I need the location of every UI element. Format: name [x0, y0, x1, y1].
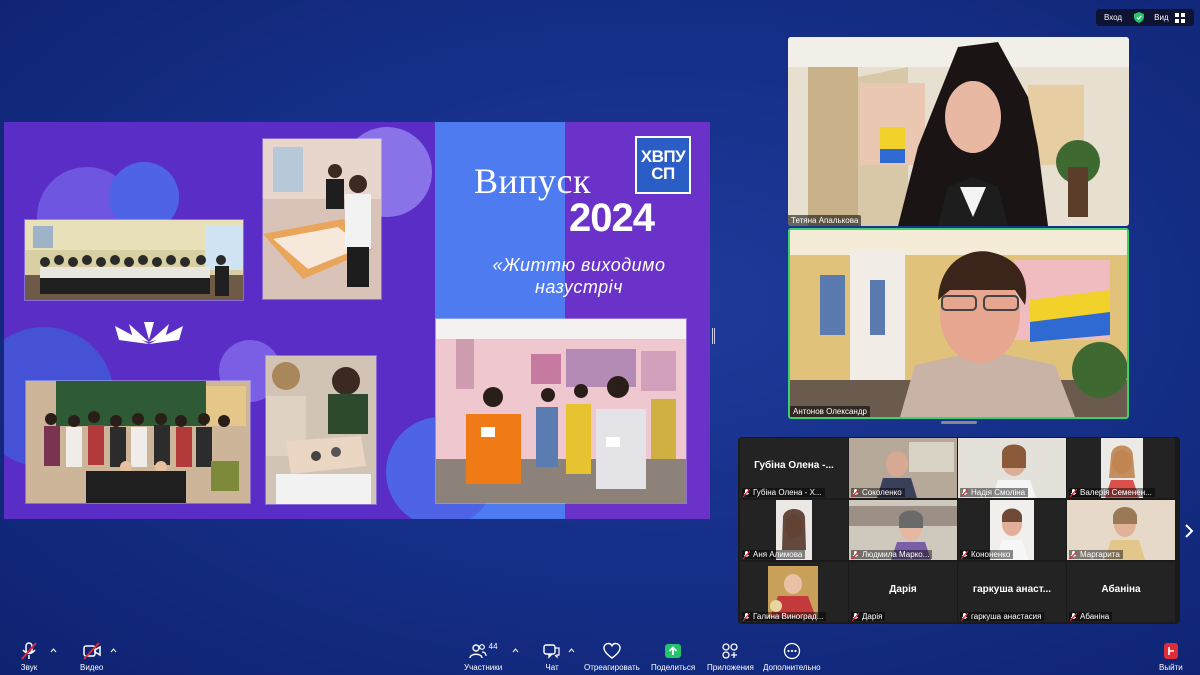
participant-tile[interactable]: Валерія Семенен... [1067, 438, 1175, 498]
participant-name: Губіна Олена - Х... [753, 488, 822, 497]
participants-count: 44 [488, 642, 498, 651]
leave-button[interactable]: Выйти [1159, 642, 1183, 672]
college-logo: ХВПУ СП [635, 136, 691, 194]
mic-muted-icon [961, 550, 968, 559]
participant-name: Соколенко [862, 488, 902, 497]
participant-display-name: Губіна Олена -... [754, 460, 834, 471]
react-button[interactable]: Отреагировать [584, 642, 640, 672]
shared-screen-slide: Випуск 2024 ХВПУ СП «Життю виходимо назу… [4, 122, 710, 519]
participant-name: Аня Алимова [753, 550, 803, 559]
participants-button[interactable]: 44 Участники [464, 642, 502, 672]
participant-name: гаркуша анастасия [971, 612, 1042, 621]
mic-muted-icon [1070, 612, 1077, 621]
speaker-name-label: Тетяна Апалькова [788, 215, 862, 226]
participant-name: Валерія Семенен... [1080, 488, 1152, 497]
more-options-icon [783, 642, 800, 660]
book-emblem-icon [115, 322, 183, 344]
participant-name: Кононенко [971, 550, 1011, 559]
participants-label: Участники [464, 663, 503, 672]
participant-tile[interactable]: Аня Алимова [740, 500, 848, 560]
grid-view-icon[interactable] [1174, 12, 1185, 23]
speaker-video-feed [788, 37, 1129, 226]
participant-tile[interactable]: Галина Виноград... [740, 562, 848, 622]
share-screen-icon [665, 644, 682, 658]
participant-name: Надія Смоліна [971, 488, 1026, 497]
more-button[interactable]: Дополнительно [763, 642, 821, 672]
chat-label: Чат [545, 663, 559, 672]
sign-in-label[interactable]: Вход [1096, 13, 1122, 22]
speaker-name-label: Антонов Олександр [790, 406, 870, 417]
mic-muted-icon [1070, 488, 1077, 497]
mic-muted-icon [743, 488, 750, 497]
speaker-video-feed [790, 230, 1127, 417]
camera-off-icon [82, 642, 101, 660]
participant-tile[interactable]: Дарія Дарія [849, 562, 957, 622]
mic-muted-icon [961, 488, 968, 497]
participant-tile[interactable]: Губіна Олена -... Губіна Олена - Х... [740, 438, 848, 498]
slide-slogan: «Життю виходимо назустріч [492, 255, 666, 297]
participant-name: Галина Виноград... [753, 612, 824, 621]
audio-button[interactable]: Звук [20, 642, 38, 672]
speaker-video-tile[interactable]: Тетяна Апалькова [788, 37, 1129, 226]
crafting-photo [265, 355, 377, 505]
chat-options-chevron-icon[interactable] [568, 648, 575, 653]
participant-tile[interactable]: гаркуша анаст... гаркуша анастасия [958, 562, 1066, 622]
participant-tile[interactable]: Надія Смоліна [958, 438, 1066, 498]
share-screen-button[interactable]: Поделиться [651, 642, 695, 672]
gallery-next-page-icon[interactable] [1184, 524, 1194, 538]
participant-display-name: Дарія [889, 584, 917, 595]
participant-gallery: Губіна Олена -... Губіна Олена - Х... Со… [738, 437, 1180, 624]
participant-tile[interactable]: Кононенко [958, 500, 1066, 560]
more-label: Дополнительно [763, 663, 821, 672]
participant-name: Дарія [862, 612, 883, 621]
react-label: Отреагировать [584, 663, 640, 672]
video-button[interactable]: Видео [80, 642, 103, 672]
mic-muted-icon [961, 612, 968, 621]
participant-name: Людмила Марко... [862, 550, 930, 559]
classroom-blackboard-photo [25, 380, 251, 504]
microphone-muted-icon [21, 642, 37, 660]
mic-muted-icon [852, 550, 859, 559]
participant-name: Абаніна [1080, 612, 1110, 621]
active-speaker-video-tile[interactable]: Антонов Олександр [788, 228, 1129, 419]
mic-muted-icon [1070, 550, 1077, 559]
participant-tile[interactable]: Соколенко [849, 438, 957, 498]
apps-button[interactable]: Приложения [707, 642, 754, 672]
class-group-photo [24, 219, 244, 301]
participants-options-chevron-icon[interactable] [512, 648, 519, 653]
slide-year: 2024 [569, 196, 655, 240]
mic-muted-icon [743, 550, 750, 559]
participant-display-name: гаркуша анаст... [972, 584, 1052, 595]
share-label: Поделиться [651, 663, 696, 672]
chat-icon [543, 644, 560, 659]
video-label: Видео [80, 663, 104, 672]
view-label[interactable]: Вид [1154, 13, 1168, 22]
apps-icon [722, 643, 739, 659]
participant-tile[interactable]: Абаніна Абаніна [1067, 562, 1175, 622]
workshop-photo [262, 138, 382, 300]
mic-muted-icon [852, 612, 859, 621]
participant-name: Маргарита [1080, 550, 1120, 559]
panel-resize-bar[interactable] [941, 421, 977, 424]
panel-divider-handle[interactable] [712, 328, 715, 344]
apps-label: Приложения [707, 663, 754, 672]
participant-tile[interactable]: Людмила Марко... [849, 500, 957, 560]
audio-label: Звук [20, 663, 38, 672]
logo-line-1: ХВПУ [640, 147, 686, 166]
mic-muted-icon [852, 488, 859, 497]
mic-muted-icon [743, 612, 750, 621]
participants-icon [468, 644, 487, 659]
leave-label: Выйти [1159, 663, 1183, 672]
video-options-chevron-icon[interactable] [110, 648, 117, 653]
heart-icon [603, 642, 621, 659]
shield-icon [1134, 12, 1145, 23]
top-status-pill[interactable]: Вход Вид [1096, 9, 1194, 26]
logo-line-2: СП [651, 164, 675, 183]
audio-options-chevron-icon[interactable] [50, 648, 57, 653]
participant-tile[interactable]: Маргарита [1067, 500, 1175, 560]
leave-meeting-icon [1163, 643, 1178, 659]
participant-display-name: Абаніна [1101, 584, 1141, 595]
students-classroom-photo [435, 318, 687, 504]
chat-button[interactable]: Чат [543, 642, 561, 672]
